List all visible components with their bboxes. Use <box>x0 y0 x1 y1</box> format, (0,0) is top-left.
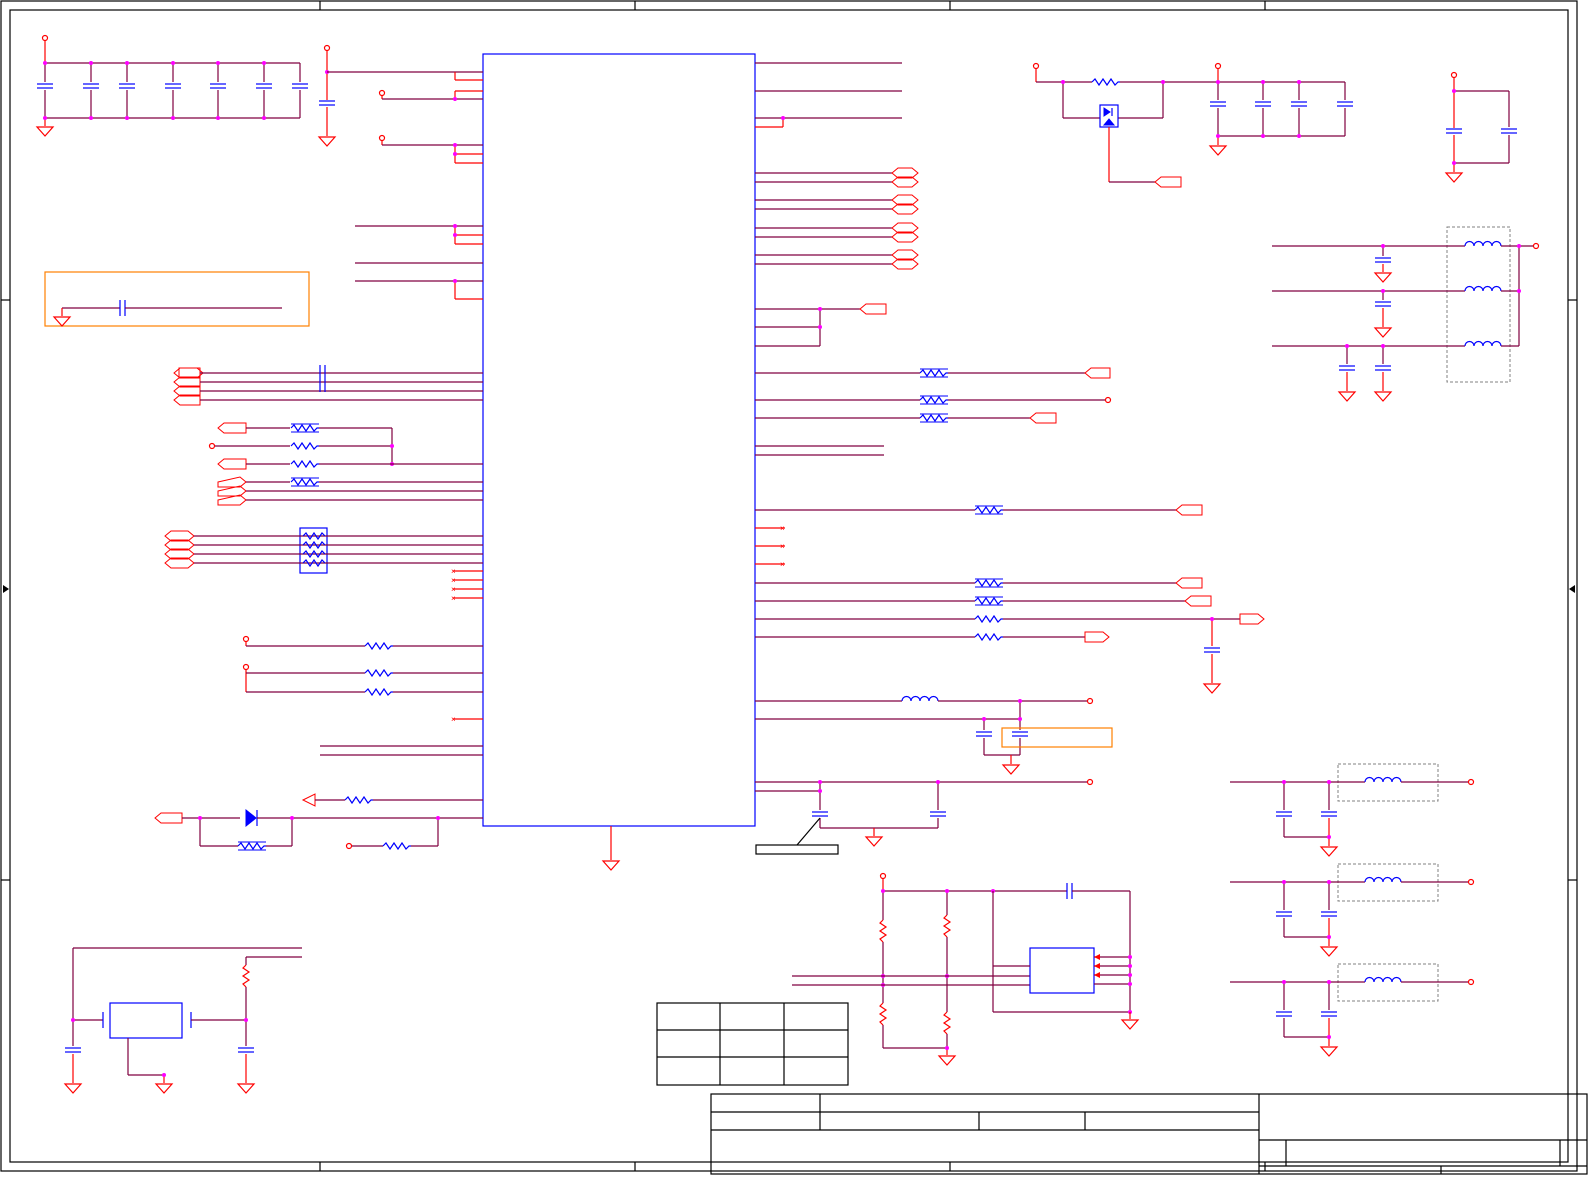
regulator-top-right <box>1032 62 1518 188</box>
svg-text:×: × <box>451 576 456 585</box>
ic-supply-left <box>318 44 483 300</box>
note-box-cap <box>44 271 310 327</box>
ac-coupled-inputs <box>173 365 483 406</box>
crystal-oscillator <box>64 947 302 1094</box>
svg-text:×: × <box>780 560 785 569</box>
svg-text:×: × <box>451 594 456 603</box>
aux-ic-bottom <box>792 872 1139 1066</box>
svg-text:×: × <box>780 524 785 533</box>
schematic-canvas: × × × × × × × × <box>0 0 1588 1175</box>
pullup-resistors: × <box>242 635 483 756</box>
svg-text:×: × <box>451 585 456 594</box>
decoupling-cap-bank <box>36 34 309 137</box>
inductor-filters-right-top <box>1272 226 1540 402</box>
main-ic <box>482 53 756 871</box>
series-resistors-left <box>208 422 483 506</box>
inductor-filters-right-bottom <box>1230 763 1475 1057</box>
config-table <box>656 1002 849 1086</box>
sheet-frame <box>0 0 1578 1172</box>
svg-text:×: × <box>451 567 456 576</box>
resistor-array: × × × × <box>164 527 483 603</box>
svg-text:×: × <box>451 715 456 724</box>
svg-text:×: × <box>780 542 785 551</box>
diode-reset-circuit <box>154 793 483 851</box>
ic-right-signals: × × × <box>755 62 1265 855</box>
